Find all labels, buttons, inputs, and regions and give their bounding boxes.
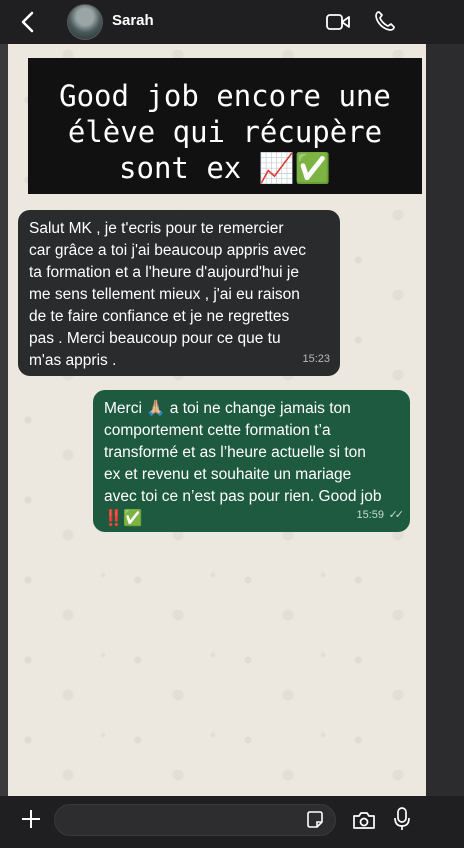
video-call-icon[interactable]: [326, 12, 350, 32]
banner-line: sont ex 📈✅: [119, 151, 331, 185]
message-text-line: Salut MK , je t'ecris pour te remercier: [29, 220, 284, 237]
message-text-line: transformé et as l’heure actuelle si ton: [104, 444, 366, 461]
message-timestamp: 15:59: [356, 509, 384, 521]
phone-icon[interactable]: [374, 10, 396, 32]
message-text-line: de te faire confiance et je ne regrettes: [29, 308, 290, 325]
message-text-line: avec toi ce n’est pas pour rien. Good jo…: [104, 488, 382, 505]
message-text-line: Merci 🙏🏼 a toi ne change jamais ton: [104, 400, 351, 417]
chevron-left-icon[interactable]: [14, 8, 42, 36]
microphone-icon[interactable]: [392, 806, 412, 832]
message-text-line: comportement cette formation t’a: [104, 422, 331, 439]
message-text-line: pas . Merci beaucoup pour ce que tu: [29, 330, 281, 347]
message-text-line: me sens tellement mieux , j'ai eu raison: [29, 286, 300, 303]
plus-icon[interactable]: [18, 804, 44, 834]
sticker-icon[interactable]: [305, 810, 325, 830]
banner-line: Good job encore une: [59, 79, 391, 113]
message-text-line: ex et revenu et souhaite un mariage: [104, 466, 352, 483]
avatar[interactable]: [67, 4, 103, 40]
chat-header: Sarah: [0, 0, 464, 44]
window-edge: [426, 0, 464, 848]
message-input[interactable]: [54, 804, 336, 836]
contact-name[interactable]: Sarah: [112, 12, 154, 29]
camera-icon[interactable]: [352, 810, 376, 830]
title-banner: Good job encore une élève qui récupère s…: [28, 58, 422, 194]
message-text-line: ‼️✅: [104, 510, 143, 527]
composer-bar: [0, 796, 464, 848]
message-text-line: ta formation et a l'heure d'aujourd'hui …: [29, 264, 299, 281]
outgoing-message-bubble[interactable]: Merci 🙏🏼 a toi ne change jamais ton comp…: [93, 390, 410, 532]
message-text-line: m'as appris .: [29, 352, 117, 369]
read-receipt-icon: ✓✓: [388, 509, 405, 521]
message-timestamp: 15:23: [302, 353, 330, 365]
banner-line: élève qui récupère: [67, 115, 383, 149]
message-text-line: car grâce a toi j'ai beaucoup appris ave…: [29, 242, 306, 259]
incoming-message-bubble[interactable]: Salut MK , je t'ecris pour te remercier …: [18, 210, 340, 376]
